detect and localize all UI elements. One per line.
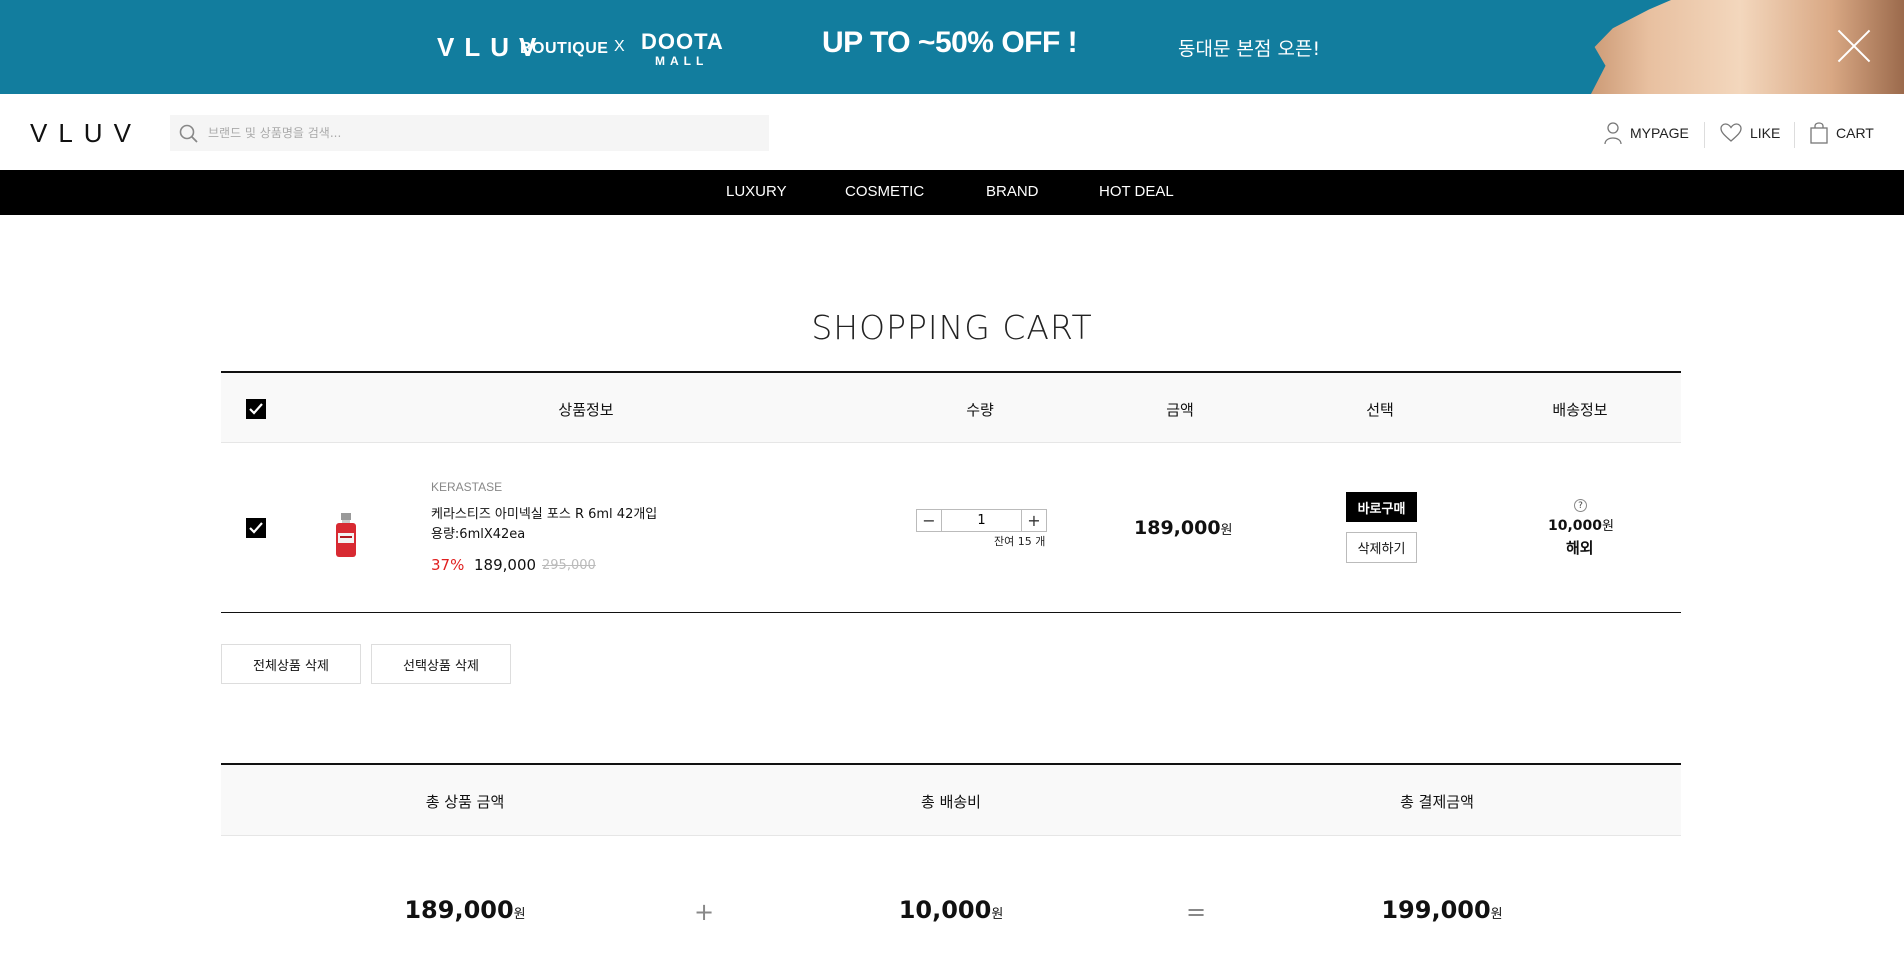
stock-remaining: 잔여 15 개 (994, 535, 1046, 548)
table-bottom-border (221, 612, 1681, 613)
nav-luxury[interactable]: LUXURY (726, 183, 787, 200)
banner-open-text: 동대문 본점 오픈! (1178, 38, 1321, 60)
nav-hot-deal[interactable]: HOT DEAL (1099, 183, 1174, 200)
header-amount: 금액 (1166, 401, 1194, 419)
discount-rate: 37% (431, 556, 465, 574)
banner-close-icon[interactable] (1836, 28, 1872, 64)
buy-now-button[interactable]: 바로구매 (1346, 492, 1417, 522)
header-select: 선택 (1366, 401, 1394, 419)
currency-unit: 원 (991, 907, 1004, 922)
delete-selected-button[interactable]: 선택상품 삭제 (371, 644, 511, 684)
equals-sign: = (1185, 898, 1207, 926)
nav-brand[interactable]: BRAND (986, 183, 1039, 200)
site-logo[interactable]: VLUV (30, 118, 142, 149)
item-checkbox[interactable] (246, 518, 266, 538)
mypage-label: MYPAGE (1630, 125, 1689, 141)
shopping-bag-icon (1810, 122, 1828, 144)
header-divider (1704, 122, 1705, 148)
search-bar[interactable] (170, 115, 769, 151)
banner-partner-name: DOOTA (641, 29, 724, 54)
banner-sale-text: UP TO ~50% OFF ! (822, 26, 1078, 59)
quantity-input[interactable] (943, 510, 1020, 531)
currency-unit: 원 (1220, 523, 1233, 538)
mypage-link[interactable]: MYPAGE (1604, 118, 1689, 148)
product-option: 용량:6mlX42ea (431, 527, 526, 542)
item-amount-value: 189,000 (1134, 517, 1221, 539)
original-price: 295,000 (542, 558, 596, 573)
search-icon[interactable] (178, 123, 200, 149)
user-icon (1604, 122, 1622, 145)
checkmark-icon (249, 403, 263, 415)
delete-all-button[interactable]: 전체상품 삭제 (221, 644, 361, 684)
header-shipping: 배송정보 (1552, 401, 1608, 419)
total-shipping-value: 10,000 (898, 896, 992, 924)
like-link[interactable]: LIKE (1720, 118, 1780, 148)
checkmark-icon (249, 522, 263, 534)
banner-brand-suffix: BOUTIQUE (520, 40, 609, 57)
summary-header: 총 상품 금액 총 배송비 총 결제금액 (221, 765, 1681, 836)
currency-unit: 원 (513, 907, 526, 922)
heart-icon (1720, 123, 1742, 142)
search-input[interactable] (208, 115, 758, 151)
total-products-value: 189,000 (404, 896, 514, 924)
sale-price: 189,000 (474, 556, 537, 574)
nav-cosmetic[interactable]: COSMETIC (845, 183, 924, 200)
product-brand: KERASTASE (431, 480, 503, 494)
quantity-stepper: − + (916, 509, 1047, 532)
total-payment-value: 199,000 (1381, 896, 1491, 924)
total-payment-amount: 199,000원 (1381, 896, 1502, 924)
total-payment-label: 총 결제금액 (1400, 793, 1474, 811)
item-amount: 189,000원 (1134, 517, 1233, 539)
product-name[interactable]: 케라스티즈 아미넥실 포스 R 6ml 42개입 (431, 507, 657, 523)
plus-sign: + (693, 898, 715, 926)
like-label: LIKE (1750, 125, 1781, 141)
decrease-quantity-button[interactable]: − (917, 510, 942, 531)
select-all-checkbox[interactable] (246, 399, 266, 419)
delete-item-button[interactable]: 삭제하기 (1346, 532, 1417, 563)
header-divider (1794, 122, 1795, 148)
increase-quantity-button[interactable]: + (1021, 510, 1046, 531)
shipping-help-icon[interactable]: ? (1574, 499, 1587, 512)
total-shipping-label: 총 배송비 (921, 793, 981, 811)
banner-collab-x: X (614, 38, 625, 55)
banner-partner-sub: MALL (655, 54, 709, 68)
currency-unit: 원 (1602, 519, 1614, 534)
header-product-info: 상품정보 (558, 401, 614, 419)
shipping-type: 해외 (1566, 539, 1594, 557)
cart-table-header: 상품정보 수량 금액 선택 배송정보 (221, 373, 1681, 443)
shipping-fee-value: 10,000 (1548, 518, 1603, 534)
page-title: SHOPPING CART (811, 308, 1093, 347)
cart-link[interactable]: CART (1810, 118, 1874, 148)
total-shipping-amount: 10,000원 (899, 896, 1004, 924)
total-products-label: 총 상품 금액 (425, 793, 505, 811)
promo-banner[interactable]: VLUV BOUTIQUE X DOOTA MALL UP TO ~50% OF… (0, 0, 1904, 94)
currency-unit: 원 (1490, 907, 1503, 922)
shipping-fee: 10,000원 (1548, 515, 1614, 534)
total-products-amount: 189,000원 (404, 896, 525, 924)
header-quantity: 수량 (966, 401, 994, 419)
product-thumbnail[interactable] (334, 513, 358, 559)
cart-label: CART (1836, 125, 1874, 141)
main-nav: LUXURY COSMETIC BRAND HOT DEAL (0, 170, 1904, 215)
